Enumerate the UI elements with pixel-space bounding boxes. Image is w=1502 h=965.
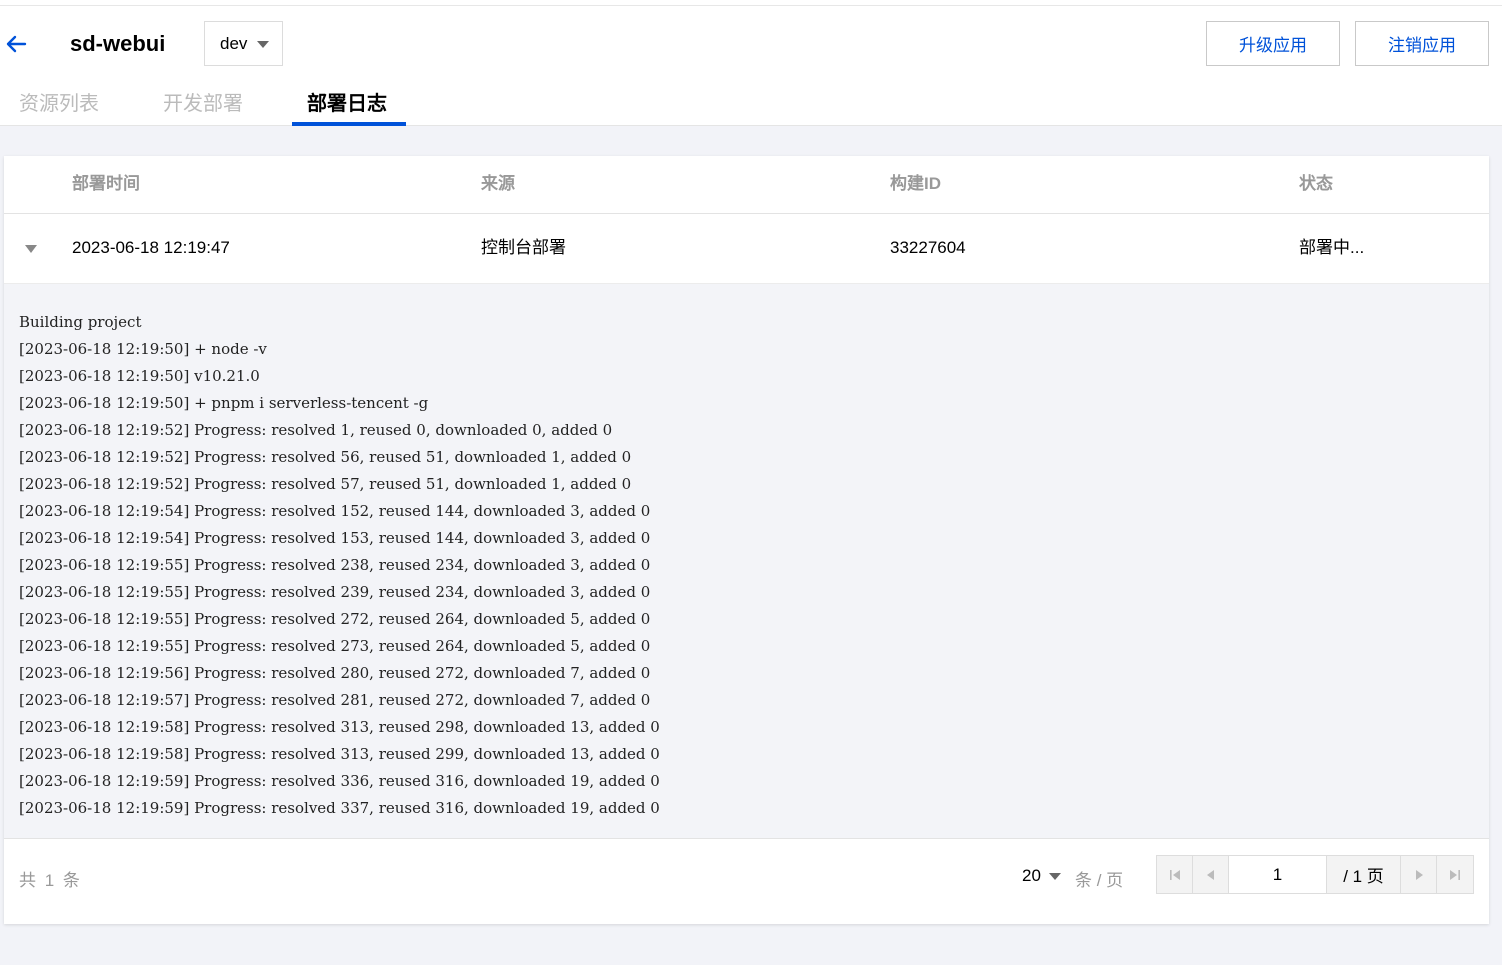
deploy-log-card: 部署时间 来源 构建ID 状态 2023-06-18 12:19:47 控制台部…	[4, 156, 1489, 924]
app-header: sd-webui dev 升级应用 注销应用 资源列表 开发部署 部署日志	[0, 6, 1502, 126]
log-line: Building project	[19, 313, 142, 331]
upgrade-app-button[interactable]: 升级应用	[1206, 21, 1340, 66]
chevron-right-icon	[1415, 869, 1423, 880]
env-select-value: dev	[220, 33, 248, 53]
log-line: [2023-06-18 12:19:55] Progress: resolved…	[19, 637, 651, 655]
page-number-input[interactable]: 1	[1229, 856, 1327, 893]
table-row[interactable]: 2023-06-18 12:19:47 控制台部署 33227604 部署中..…	[4, 214, 1489, 284]
cell-deploy-time: 2023-06-18 12:19:47	[72, 238, 230, 257]
column-header-status: 状态	[1299, 174, 1333, 193]
expand-triangle-icon[interactable]	[25, 245, 37, 253]
back-arrow-icon[interactable]	[4, 32, 28, 56]
log-line: [2023-06-18 12:19:52] Progress: resolved…	[19, 448, 632, 466]
last-page-icon	[1450, 869, 1460, 880]
deploy-log-output: Building project [2023-06-18 12:19:50] + …	[4, 284, 1489, 839]
log-line: [2023-06-18 12:19:50] + node -v	[19, 340, 267, 358]
active-tab-indicator	[292, 122, 406, 126]
log-line: [2023-06-18 12:19:52] Progress: resolved…	[19, 475, 632, 493]
log-line: [2023-06-18 12:19:59] Progress: resolved…	[19, 772, 660, 790]
per-page-label: 条 / 页	[1075, 871, 1124, 890]
page-size-select[interactable]: 20	[1022, 866, 1061, 886]
log-line: [2023-06-18 12:19:55] Progress: resolved…	[19, 610, 651, 628]
chevron-down-icon	[257, 41, 269, 48]
total-pages-label: / 1 页	[1327, 856, 1401, 893]
column-header-deploy-time: 部署时间	[72, 174, 140, 193]
last-page-button[interactable]	[1437, 856, 1473, 893]
page-size-value: 20	[1022, 866, 1041, 885]
pagination-bar: 共 1 条 20 条 / 页 1 / 1 页	[4, 839, 1489, 924]
table-header: 部署时间 来源 构建ID 状态	[4, 156, 1489, 214]
prev-page-button[interactable]	[1193, 856, 1229, 893]
column-header-source: 来源	[481, 174, 515, 193]
log-line: [2023-06-18 12:19:58] Progress: resolved…	[19, 745, 660, 763]
cell-status: 部署中...	[1299, 238, 1365, 257]
cell-build-id: 33227604	[890, 238, 966, 257]
app-name: sd-webui	[70, 31, 166, 56]
log-line: [2023-06-18 12:19:59] Progress: resolved…	[19, 799, 660, 817]
first-page-icon	[1169, 869, 1180, 880]
total-count: 共 1 条	[19, 871, 82, 890]
column-header-build-id: 构建ID	[890, 174, 941, 193]
log-line: [2023-06-18 12:19:57] Progress: resolved…	[19, 691, 651, 709]
log-line: [2023-06-18 12:19:58] Progress: resolved…	[19, 718, 660, 736]
log-line: [2023-06-18 12:19:52] Progress: resolved…	[19, 421, 613, 439]
cell-source: 控制台部署	[481, 238, 566, 257]
env-select[interactable]: dev	[204, 21, 283, 66]
log-line: [2023-06-18 12:19:54] Progress: resolved…	[19, 502, 651, 520]
log-line: [2023-06-18 12:19:54] Progress: resolved…	[19, 529, 651, 547]
log-line: [2023-06-18 12:19:55] Progress: resolved…	[19, 556, 651, 574]
log-line: [2023-06-18 12:19:55] Progress: resolved…	[19, 583, 651, 601]
tab-dev-deploy[interactable]: 开发部署	[163, 90, 243, 118]
tab-resource-list[interactable]: 资源列表	[19, 90, 99, 118]
first-page-button[interactable]	[1157, 856, 1193, 893]
pager: 1 / 1 页	[1156, 855, 1474, 894]
unregister-app-button[interactable]: 注销应用	[1355, 21, 1489, 66]
log-line: [2023-06-18 12:19:56] Progress: resolved…	[19, 664, 651, 682]
next-page-button[interactable]	[1401, 856, 1437, 893]
chevron-left-icon	[1206, 869, 1214, 880]
chevron-down-icon	[1048, 873, 1061, 881]
log-line: [2023-06-18 12:19:50] + pnpm i serverles…	[19, 394, 429, 412]
log-line: [2023-06-18 12:19:50] v10.21.0	[19, 367, 260, 385]
tab-deploy-log[interactable]: 部署日志	[307, 90, 387, 118]
